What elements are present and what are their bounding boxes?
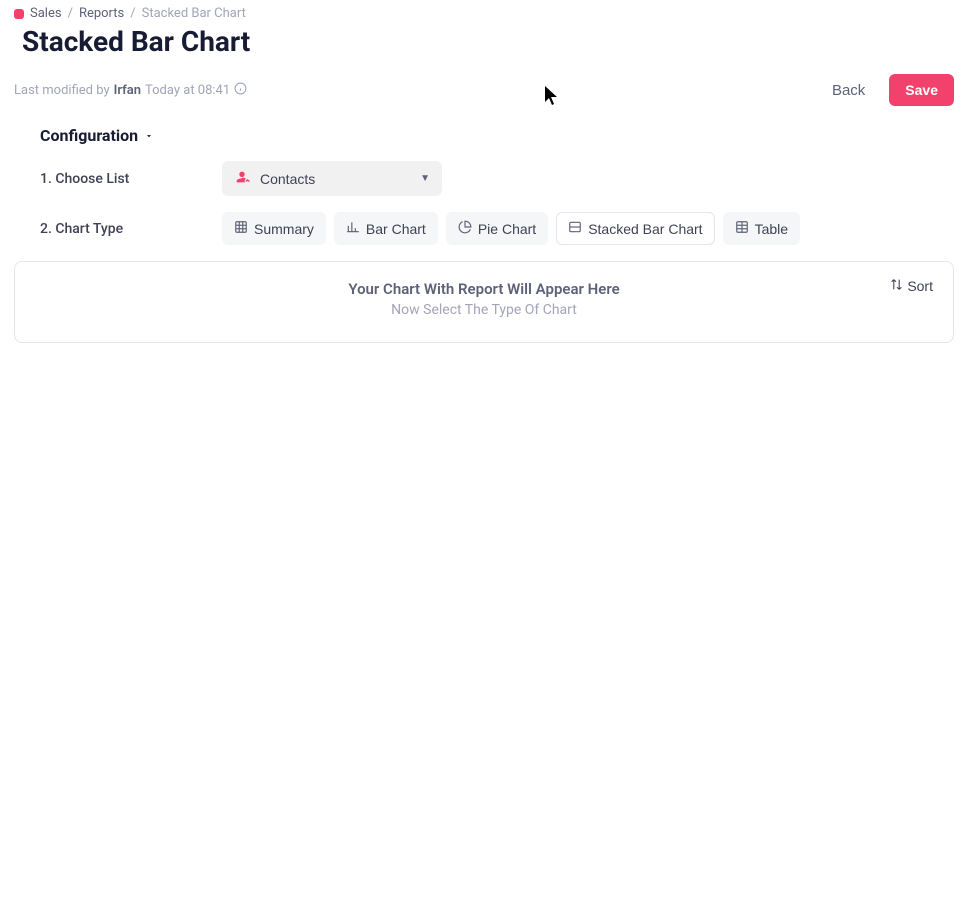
config-row-choose-list: 1. Choose List Contacts ▼	[40, 161, 954, 196]
placeholder-subtitle: Now Select The Type Of Chart	[35, 302, 933, 318]
placeholder-title: Your Chart With Report Will Appear Here	[35, 280, 933, 298]
chevron-down-icon	[144, 126, 154, 145]
save-button[interactable]: Save	[889, 74, 954, 106]
choose-list-select[interactable]: Contacts ▼	[222, 161, 442, 196]
ct-label: Table	[755, 221, 788, 237]
ct-label: Summary	[254, 221, 314, 237]
breadcrumb-link-sales[interactable]: Sales	[30, 6, 62, 21]
stacked-bar-icon	[568, 220, 582, 237]
sort-button[interactable]: Sort	[890, 278, 933, 294]
breadcrumb-link-reports[interactable]: Reports	[79, 6, 124, 21]
breadcrumb: Sales / Reports / Stacked Bar Chart	[0, 0, 968, 23]
configuration-section: Configuration 1. Choose List Contacts ▼ …	[0, 112, 968, 245]
app-icon	[14, 9, 24, 19]
table-icon	[735, 220, 749, 237]
chart-type-summary[interactable]: Summary	[222, 212, 326, 245]
contacts-icon	[234, 169, 250, 188]
config-title-label: Configuration	[40, 126, 138, 145]
meta-row: Last modified by Irfan Today at 08:41 Ba…	[0, 62, 968, 112]
sort-icon	[890, 278, 903, 294]
caret-down-icon: ▼	[420, 173, 430, 184]
breadcrumb-sep: /	[130, 6, 135, 21]
header-actions: Back Save	[824, 74, 954, 106]
modified-user: Irfan	[114, 83, 141, 98]
modified-prefix: Last modified by	[14, 83, 110, 98]
chart-placeholder-panel: Sort Your Chart With Report Will Appear …	[14, 261, 954, 343]
page-title: Stacked Bar Chart	[0, 23, 968, 62]
breadcrumb-sep: /	[68, 6, 73, 21]
bar-chart-icon	[346, 220, 360, 237]
back-button[interactable]: Back	[824, 76, 873, 105]
breadcrumb-current: Stacked Bar Chart	[142, 6, 246, 21]
choose-list-label: 1. Choose List	[40, 171, 222, 187]
ct-label: Stacked Bar Chart	[588, 221, 702, 237]
pie-chart-icon	[458, 220, 472, 237]
chart-type-label: 2. Chart Type	[40, 221, 222, 237]
summary-icon	[234, 220, 248, 237]
chart-type-table[interactable]: Table	[723, 212, 800, 245]
config-title[interactable]: Configuration	[40, 126, 954, 145]
chart-type-stacked-bar[interactable]: Stacked Bar Chart	[556, 212, 714, 245]
sort-label: Sort	[907, 278, 933, 294]
chart-type-bar[interactable]: Bar Chart	[334, 212, 438, 245]
chart-type-pie[interactable]: Pie Chart	[446, 212, 548, 245]
config-row-chart-type: 2. Chart Type Summary Bar Chart Pie Char…	[40, 212, 954, 245]
modified-time: Today at 08:41	[145, 83, 230, 98]
last-modified-text: Last modified by Irfan Today at 08:41	[14, 82, 247, 99]
chart-type-group: Summary Bar Chart Pie Chart Stacked Bar …	[222, 212, 800, 245]
ct-label: Bar Chart	[366, 221, 426, 237]
ct-label: Pie Chart	[478, 221, 536, 237]
info-icon[interactable]	[234, 82, 247, 99]
choose-list-value: Contacts	[260, 171, 315, 187]
